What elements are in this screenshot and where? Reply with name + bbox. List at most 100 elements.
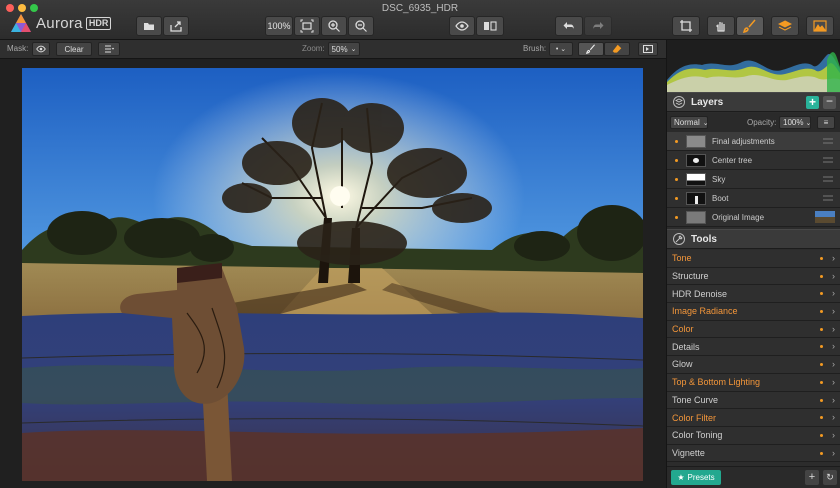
brush-tool-button[interactable] bbox=[736, 16, 764, 36]
layer-settings-icon[interactable] bbox=[823, 156, 833, 164]
chevron-down-icon: ⌄ bbox=[805, 119, 812, 127]
tool-label: HDR Denoise bbox=[672, 288, 728, 299]
layer-controls: Normal ⌄ Opacity: 100% ⌄ ≡ bbox=[667, 113, 840, 132]
tool-dot bbox=[820, 380, 823, 384]
share-button[interactable] bbox=[163, 16, 189, 36]
reset-button[interactable]: ↻ bbox=[823, 470, 837, 485]
layer-thumbnail bbox=[686, 134, 706, 148]
tool-row[interactable]: Image Radiance › bbox=[667, 303, 840, 321]
aurora-mode-button[interactable] bbox=[806, 16, 834, 36]
layer-settings-icon[interactable] bbox=[823, 194, 833, 202]
chevron-right-icon[interactable]: › bbox=[832, 288, 835, 298]
clear-mask-button[interactable]: Clear bbox=[56, 42, 92, 56]
chevron-right-icon[interactable]: › bbox=[832, 448, 835, 458]
tool-row[interactable]: Details › bbox=[667, 338, 840, 357]
tool-dot bbox=[820, 398, 823, 402]
zoom-select[interactable]: 50% ⌄ bbox=[328, 42, 360, 56]
mask-menu-button[interactable] bbox=[98, 42, 120, 56]
options-bar: Mask: Clear Zoom: 50% ⌄ Brush: • ⌄ bbox=[0, 40, 666, 59]
menu-icon bbox=[105, 45, 114, 53]
hand-tool-button[interactable] bbox=[707, 16, 735, 36]
zoom-100-button[interactable]: 100% bbox=[265, 16, 293, 36]
layers-header[interactable]: Layers + − bbox=[667, 92, 840, 112]
chevron-right-icon[interactable]: › bbox=[832, 324, 835, 334]
crop-button[interactable] bbox=[672, 16, 700, 36]
chevron-right-icon[interactable]: › bbox=[832, 271, 835, 281]
panel-footer: ★ Presets + ↻ bbox=[667, 466, 840, 488]
layer-row[interactable]: Original Image bbox=[667, 208, 840, 227]
show-mask-button[interactable] bbox=[638, 42, 658, 56]
mask-label: Mask: bbox=[7, 44, 29, 53]
eye-icon bbox=[36, 45, 46, 53]
layer-active-dot bbox=[675, 158, 678, 162]
right-panel: Layers + − Normal ⌄ Opacity: 100% ⌄ ≡ Fi… bbox=[666, 40, 840, 488]
layer-row[interactable]: Boot bbox=[667, 189, 840, 208]
aurora-hdr-window: DSC_6935_HDR Aurora HDR 100% Mask: Clear… bbox=[0, 0, 840, 488]
tool-row[interactable]: Color › bbox=[667, 320, 840, 339]
zoom-value: 50% bbox=[331, 44, 348, 54]
tool-row[interactable]: Tone Curve › bbox=[667, 391, 840, 410]
tool-row[interactable]: Glow › bbox=[667, 356, 840, 374]
tool-dot bbox=[820, 327, 823, 331]
layer-menu-button[interactable]: ≡ bbox=[817, 116, 835, 129]
zoom-out-button[interactable] bbox=[348, 16, 374, 36]
eraser-button[interactable] bbox=[604, 42, 630, 56]
redo-icon bbox=[593, 22, 604, 30]
remove-layer-button[interactable]: − bbox=[823, 95, 836, 109]
opacity-select[interactable]: 100% ⌄ bbox=[779, 116, 811, 129]
layer-settings-icon[interactable] bbox=[823, 137, 833, 145]
chevron-right-icon[interactable]: › bbox=[832, 253, 835, 263]
brush-size-select[interactable]: • ⌄ bbox=[549, 42, 573, 56]
blend-mode-select[interactable]: Normal ⌄ bbox=[670, 116, 709, 129]
layer-name: Final adjustments bbox=[712, 136, 775, 146]
image-canvas[interactable] bbox=[0, 59, 666, 488]
chevron-right-icon[interactable]: › bbox=[832, 359, 835, 369]
tool-dot bbox=[820, 416, 823, 420]
add-layer-button[interactable]: + bbox=[806, 96, 819, 109]
presets-label: Presets bbox=[687, 473, 715, 482]
compare-button[interactable] bbox=[476, 16, 504, 36]
app-name: Aurora bbox=[36, 14, 83, 32]
tool-dot bbox=[820, 433, 823, 437]
blend-mode-value: Normal bbox=[674, 118, 700, 127]
add-filter-button[interactable]: + bbox=[805, 470, 819, 485]
chevron-right-icon[interactable]: › bbox=[832, 377, 835, 387]
presets-button[interactable]: ★ Presets bbox=[671, 470, 721, 485]
mask-visibility-toggle[interactable] bbox=[32, 42, 50, 56]
chevron-right-icon[interactable]: › bbox=[832, 341, 835, 351]
hand-icon bbox=[716, 22, 725, 32]
layer-row[interactable]: Final adjustments bbox=[667, 132, 840, 151]
eraser-icon bbox=[612, 44, 622, 53]
chevron-right-icon[interactable]: › bbox=[832, 395, 835, 405]
layer-thumbnail bbox=[686, 172, 706, 186]
open-button[interactable] bbox=[136, 16, 162, 36]
tool-row[interactable]: Tone › bbox=[667, 250, 840, 268]
layer-thumbnail bbox=[686, 210, 706, 224]
tool-row[interactable]: Color Toning › bbox=[667, 426, 840, 445]
fit-screen-button[interactable] bbox=[294, 16, 320, 36]
tool-row[interactable]: Color Filter › bbox=[667, 409, 840, 427]
tool-label: Structure bbox=[672, 271, 709, 282]
undo-icon bbox=[563, 22, 574, 30]
tool-row[interactable]: Top & Bottom Lighting › bbox=[667, 373, 840, 392]
zoom-in-button[interactable] bbox=[321, 16, 347, 36]
tool-row[interactable]: Structure › bbox=[667, 267, 840, 286]
layers-view-button[interactable] bbox=[771, 16, 799, 36]
preview-button[interactable] bbox=[449, 16, 475, 36]
redo-button[interactable] bbox=[584, 16, 612, 36]
chevron-right-icon[interactable]: › bbox=[832, 412, 835, 422]
tools-title: Tools bbox=[691, 233, 717, 245]
tools-header[interactable]: Tools bbox=[667, 229, 840, 249]
brush-paint-button[interactable] bbox=[578, 42, 604, 56]
tool-row[interactable]: Vignette › bbox=[667, 444, 840, 463]
layer-row[interactable]: Sky bbox=[667, 170, 840, 189]
layer-row[interactable]: Center tree bbox=[667, 151, 840, 170]
undo-button[interactable] bbox=[555, 16, 583, 36]
tool-dot bbox=[820, 451, 823, 455]
chevron-right-icon[interactable]: › bbox=[832, 306, 835, 316]
layer-settings-icon[interactable] bbox=[823, 175, 833, 183]
mask-preview-icon bbox=[643, 45, 653, 53]
tool-row[interactable]: HDR Denoise › bbox=[667, 285, 840, 304]
chevron-right-icon[interactable]: › bbox=[832, 430, 835, 440]
photo-preview[interactable] bbox=[22, 68, 643, 481]
